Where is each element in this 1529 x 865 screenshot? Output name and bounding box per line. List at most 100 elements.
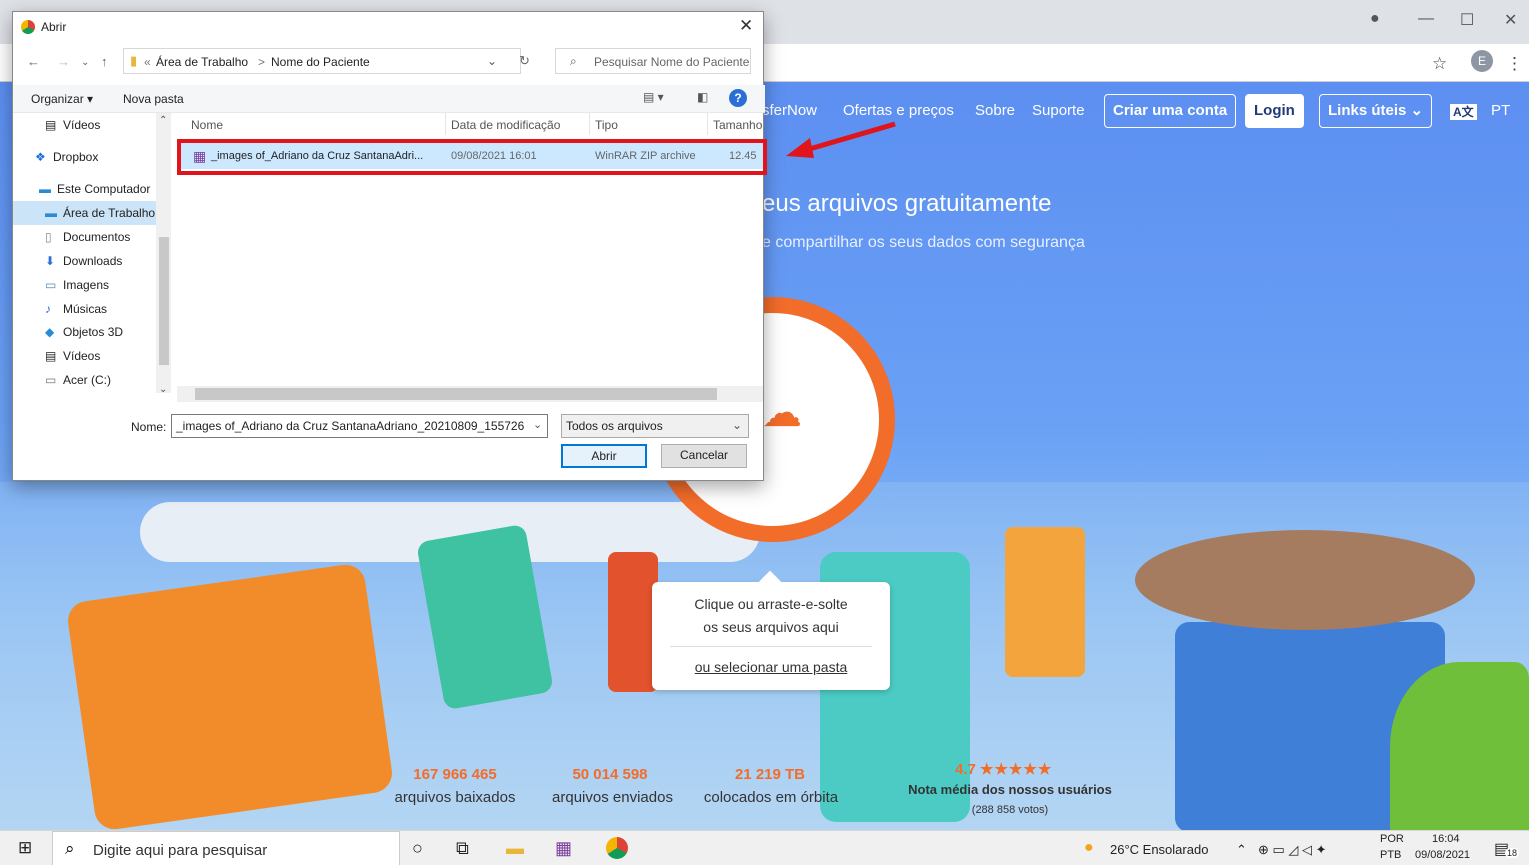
profile-indicator-icon[interactable]: ● — [1370, 10, 1380, 28]
sidebar-item-this-pc[interactable]: ▬ Este Computador — [39, 182, 150, 196]
view-options-icon[interactable]: ▤ ▾ — [643, 90, 664, 104]
new-folder-button[interactable]: Nova pasta — [123, 92, 184, 106]
sidebar-item-music[interactable]: ♪ Músicas — [45, 302, 107, 316]
taskbar-search-box[interactable]: ⌕ Digite aqui para pesquisar — [52, 831, 400, 865]
sidebar-item-desktop[interactable]: ▬ Área de Trabalho — [45, 206, 155, 220]
rating-number: 4.7 — [955, 761, 976, 778]
column-divider — [707, 113, 708, 135]
nav-about-link[interactable]: Sobre — [975, 102, 1015, 119]
minimize-button[interactable]: — — [1418, 10, 1434, 28]
images-icon: ▭ — [45, 278, 57, 292]
useful-links-dropdown[interactable]: Links úteis ⌄ — [1319, 94, 1433, 128]
red-character-illustration — [608, 552, 658, 692]
column-name-header[interactable]: Nome — [191, 118, 223, 132]
column-divider — [589, 113, 590, 135]
computer-icon: ▬ — [39, 182, 51, 196]
input-language-bottom[interactable]: PTB — [1380, 849, 1401, 861]
video-folder-icon: ▤ — [45, 118, 57, 132]
sidebar-item-videos[interactable]: ▤ Vídeos — [45, 349, 100, 363]
stat-downloaded-label: arquivos baixados — [394, 789, 516, 806]
filename-input[interactable]: _images of_Adriano da Cruz SantanaAdrian… — [171, 414, 548, 438]
drop-zone-card[interactable]: Clique ou arraste-e-solte os seus arquiv… — [652, 582, 890, 690]
file-type-filter[interactable]: Todos os arquivos ⌄ — [561, 414, 749, 438]
drop-instructions-line2: os seus arquivos aqui — [703, 619, 839, 635]
login-button[interactable]: Login — [1245, 94, 1304, 128]
sidebar-item-documents[interactable]: ▯ Documentos — [45, 230, 130, 244]
search-icon: ⌕ — [65, 839, 75, 858]
language-selector[interactable]: PT — [1491, 102, 1510, 119]
input-language-top[interactable]: POR — [1380, 833, 1404, 845]
hat-illustration — [1135, 530, 1475, 630]
weather-sun-icon[interactable]: ● — [1084, 839, 1094, 857]
filename-dropdown-chevron-icon[interactable]: ⌄ — [533, 418, 542, 431]
sidebar-item-images[interactable]: ▭ Imagens — [45, 278, 109, 292]
scroll-down-icon[interactable]: ⌄ — [159, 384, 167, 395]
rating-votes: (288 858 votos) — [971, 804, 1049, 816]
organize-menu[interactable]: Organizar ▾ — [31, 92, 93, 106]
column-type-header[interactable]: Tipo — [595, 118, 618, 132]
search-folder-input[interactable]: ⌕ Pesquisar Nome do Paciente — [555, 48, 751, 74]
breadcrumb-current-folder[interactable]: Nome do Paciente — [271, 55, 370, 69]
open-button[interactable]: Abrir — [561, 444, 647, 468]
address-dropdown-chevron-icon[interactable]: ⌄ — [487, 54, 497, 68]
close-button[interactable]: ✕ — [1504, 10, 1517, 30]
bookmark-star-icon[interactable]: ☆ — [1432, 54, 1447, 74]
dialog-close-icon[interactable]: ✕ — [739, 16, 753, 36]
rating-stars-icon: ★★★★★ — [980, 761, 1053, 778]
scroll-up-icon[interactable]: ⌃ — [159, 115, 167, 126]
refresh-icon[interactable]: ↻ — [519, 53, 530, 69]
notification-count: 18 — [1505, 848, 1520, 858]
clock-date[interactable]: 09/08/2021 — [1415, 849, 1470, 861]
hero-subtitle: e compartilhar os seus dados com seguran… — [762, 234, 1085, 251]
menu-dots-icon[interactable]: ⋮ — [1506, 54, 1523, 74]
sidebar-item-videos-top[interactable]: ▤ Vídeos — [45, 118, 100, 132]
tray-expand-icon[interactable]: ⌃ — [1236, 842, 1247, 858]
task-view-icon[interactable]: ⧉ — [456, 838, 469, 859]
preview-pane-icon[interactable]: ◧ — [697, 90, 708, 104]
cancel-button[interactable]: Cancelar — [661, 444, 747, 468]
forward-arrow-icon[interactable]: → — [57, 54, 70, 69]
stat-sent-value: 50 014 598 — [572, 766, 648, 783]
select-folder-link[interactable]: ou selecionar uma pasta — [652, 659, 890, 675]
create-account-button[interactable]: Criar uma conta — [1104, 94, 1237, 128]
breadcrumb-overflow[interactable]: « — [144, 55, 151, 69]
maximize-button[interactable]: ☐ — [1460, 10, 1474, 30]
file-explorer-icon[interactable]: ▬ — [506, 838, 524, 859]
drive-icon: ▭ — [45, 373, 57, 387]
column-size-header[interactable]: Tamanho — [713, 118, 762, 132]
windows-start-icon[interactable]: ⊞ — [18, 838, 32, 858]
column-modified-header[interactable]: Data de modificação — [451, 118, 560, 132]
translate-icon[interactable]: A文 — [1450, 104, 1477, 120]
clock-time[interactable]: 16:04 — [1432, 833, 1460, 845]
hscroll-thumb[interactable] — [195, 388, 717, 400]
cloud-upload-icon[interactable]: ☁ — [762, 390, 802, 436]
winrar-taskbar-icon[interactable]: ▦ — [555, 838, 572, 859]
recent-locations-chevron-icon[interactable]: ⌄ — [81, 57, 89, 68]
sidebar-item-3d-objects[interactable]: ◆ Objetos 3D — [45, 325, 123, 339]
profile-avatar[interactable]: E — [1471, 50, 1493, 72]
taskbar-search-placeholder: Digite aqui para pesquisar — [93, 842, 268, 859]
dialog-title: Abrir — [41, 20, 67, 34]
back-arrow-icon[interactable]: ← — [27, 54, 40, 69]
address-bar[interactable]: ▮ « Área de Trabalho > Nome do Paciente … — [123, 48, 521, 74]
sidebar-item-drive-c[interactable]: ▭ Acer (C:) — [45, 373, 111, 387]
sidebar-item-downloads[interactable]: ⬇ Downloads — [45, 254, 122, 268]
plant-illustration — [1390, 662, 1529, 830]
breadcrumb-desktop[interactable]: Área de Trabalho — [156, 55, 248, 69]
cortana-icon[interactable]: ○ — [412, 838, 423, 859]
nav-support-link[interactable]: Suporte — [1032, 102, 1085, 119]
filename-label: Nome: — [131, 420, 167, 434]
up-arrow-icon[interactable]: ↑ — [101, 54, 108, 69]
help-icon[interactable]: ? — [729, 89, 747, 107]
weather-text[interactable]: 26°C Ensolarado — [1110, 842, 1208, 857]
useful-links-label: Links úteis — [1328, 102, 1407, 119]
chrome-taskbar-icon[interactable] — [606, 837, 628, 859]
sidebar-item-dropbox[interactable]: ❖ Dropbox — [35, 150, 98, 164]
stat-orbit-value: 21 219 TB — [734, 766, 806, 783]
sidebar-scroll-thumb[interactable] — [159, 237, 169, 365]
sidebar-item-label: Dropbox — [53, 150, 99, 164]
chrome-app-icon — [21, 20, 35, 34]
hero-title: eus arquivos gratuitamente — [762, 190, 1052, 217]
tray-icons[interactable]: ⊕ ▭ ◿ ◁ ✦ — [1258, 842, 1327, 858]
filename-value: _images of_Adriano da Cruz SantanaAdrian… — [176, 419, 525, 433]
